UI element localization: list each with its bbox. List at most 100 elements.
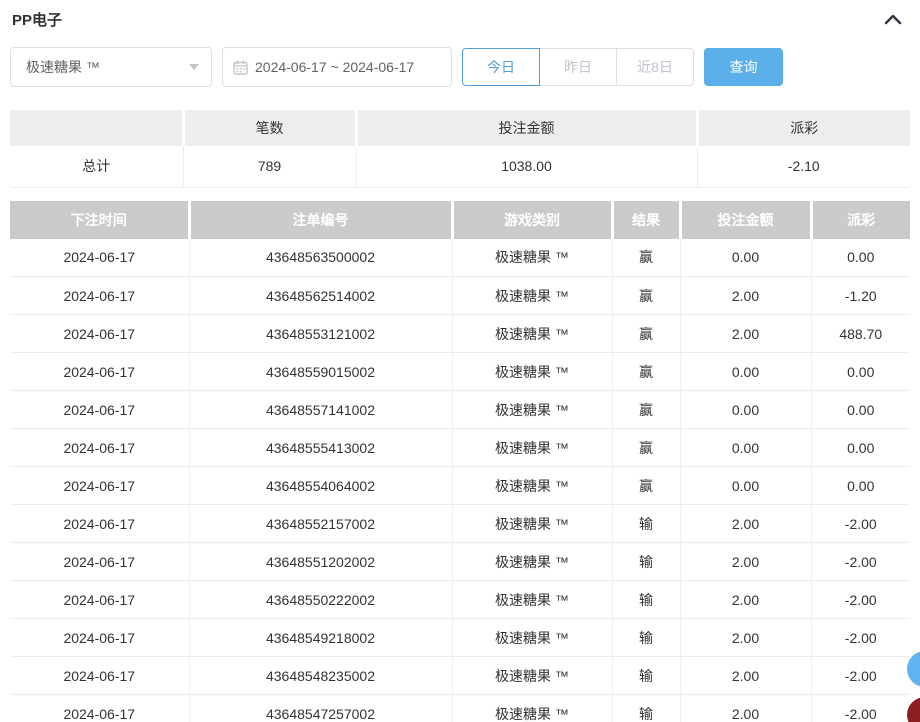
bet-amount-cell: 0.00 — [680, 391, 811, 429]
today-button[interactable]: 今日 — [462, 48, 540, 86]
table-row: 2024-06-17 43648551202002 极速糖果 ™ 输 2.00 … — [10, 543, 910, 581]
payout-cell: 0.00 — [811, 391, 910, 429]
table-row: 2024-06-17 43648555413002 极速糖果 ™ 赢 0.00 … — [10, 429, 910, 467]
summary-header-bet-amount: 投注金额 — [356, 110, 697, 146]
bet-id-cell: 43648552157002 — [189, 505, 452, 543]
payout-cell: -2.00 — [811, 657, 910, 695]
bet-id-cell: 43648557141002 — [189, 391, 452, 429]
chevron-up-icon — [883, 12, 903, 26]
game-type-cell: 极速糖果 ™ — [452, 695, 612, 722]
bet-id-cell: 43648553121002 — [189, 315, 452, 353]
bet-id-cell: 43648548235002 — [189, 657, 452, 695]
header-result: 结果 — [612, 201, 680, 239]
game-select[interactable]: 极速糖果 ™ — [10, 47, 212, 87]
summary-header-payout: 派彩 — [697, 110, 910, 146]
table-row: 2024-06-17 43648553121002 极速糖果 ™ 赢 2.00 … — [10, 315, 910, 353]
bet-time-cell: 2024-06-17 — [10, 467, 189, 505]
date-range-input[interactable]: 2024-06-17 ~ 2024-06-17 — [222, 47, 452, 87]
bet-amount-cell: 0.00 — [680, 429, 811, 467]
bet-id-cell: 43648554064002 — [189, 467, 452, 505]
summary-total-label: 总计 — [10, 146, 183, 187]
summary-total-row: 总计 789 1038.00 -2.10 — [10, 146, 910, 187]
game-type-cell: 极速糖果 ™ — [452, 429, 612, 467]
result-cell: 赢 — [612, 277, 680, 315]
bet-id-cell: 43648562514002 — [189, 277, 452, 315]
result-cell: 输 — [612, 543, 680, 581]
header-payout: 派彩 — [811, 201, 910, 239]
game-type-cell: 极速糖果 ™ — [452, 657, 612, 695]
page-title: PP电子 — [12, 9, 62, 30]
summary-table: 笔数 投注金额 派彩 总计 789 1038.00 -2.10 — [10, 110, 910, 188]
date-range-value: 2024-06-17 ~ 2024-06-17 — [255, 59, 414, 75]
payout-cell: 488.70 — [811, 315, 910, 353]
bet-id-cell: 43648555413002 — [189, 429, 452, 467]
quick-date-button-group: 今日 昨日 近8日 — [462, 48, 694, 86]
result-cell: 输 — [612, 619, 680, 657]
collapse-panel-button[interactable] — [880, 9, 906, 29]
panel-header: PP电子 — [0, 0, 920, 30]
payout-cell: -2.00 — [811, 619, 910, 657]
calendar-icon — [233, 60, 248, 75]
payout-cell: -2.00 — [811, 581, 910, 619]
bet-time-cell: 2024-06-17 — [10, 619, 189, 657]
bet-time-cell: 2024-06-17 — [10, 239, 189, 277]
bet-id-cell: 43648559015002 — [189, 353, 452, 391]
table-row: 2024-06-17 43648563500002 极速糖果 ™ 赢 0.00 … — [10, 239, 910, 277]
header-game-type: 游戏类别 — [452, 201, 612, 239]
bet-time-cell: 2024-06-17 — [10, 391, 189, 429]
summary-bet-amount-value: 1038.00 — [356, 146, 697, 187]
bet-time-cell: 2024-06-17 — [10, 429, 189, 467]
result-cell: 赢 — [612, 353, 680, 391]
bet-time-cell: 2024-06-17 — [10, 353, 189, 391]
table-row: 2024-06-17 43648557141002 极速糖果 ™ 赢 0.00 … — [10, 391, 910, 429]
last-8-days-button[interactable]: 近8日 — [616, 48, 694, 86]
table-row: 2024-06-17 43648550222002 极速糖果 ™ 输 2.00 … — [10, 581, 910, 619]
result-cell: 输 — [612, 505, 680, 543]
header-bet-time: 下注时间 — [10, 201, 189, 239]
bet-id-cell: 43648551202002 — [189, 543, 452, 581]
bet-amount-cell: 0.00 — [680, 239, 811, 277]
chevron-down-icon — [189, 64, 199, 70]
bet-time-cell: 2024-06-17 — [10, 657, 189, 695]
payout-cell: -2.00 — [811, 505, 910, 543]
payout-cell: 0.00 — [811, 429, 910, 467]
yesterday-button[interactable]: 昨日 — [539, 48, 617, 86]
header-bet-amount: 投注金额 — [680, 201, 811, 239]
game-type-cell: 极速糖果 ™ — [452, 391, 612, 429]
game-type-cell: 极速糖果 ™ — [452, 353, 612, 391]
summary-count-value: 789 — [183, 146, 356, 187]
bet-amount-cell: 2.00 — [680, 581, 811, 619]
bet-amount-cell: 0.00 — [680, 467, 811, 505]
bet-amount-cell: 2.00 — [680, 619, 811, 657]
game-type-cell: 极速糖果 ™ — [452, 277, 612, 315]
bet-amount-cell: 2.00 — [680, 657, 811, 695]
result-cell: 赢 — [612, 391, 680, 429]
bet-time-cell: 2024-06-17 — [10, 695, 189, 722]
table-row: 2024-06-17 43648559015002 极速糖果 ™ 赢 0.00 … — [10, 353, 910, 391]
bet-time-cell: 2024-06-17 — [10, 277, 189, 315]
bet-time-cell: 2024-06-17 — [10, 315, 189, 353]
query-button[interactable]: 查询 — [704, 48, 783, 86]
header-bet-id: 注单编号 — [189, 201, 452, 239]
result-cell: 赢 — [612, 239, 680, 277]
game-type-cell: 极速糖果 ™ — [452, 619, 612, 657]
game-type-cell: 极速糖果 ™ — [452, 315, 612, 353]
bet-id-cell: 43648549218002 — [189, 619, 452, 657]
bet-id-cell: 43648550222002 — [189, 581, 452, 619]
table-row: 2024-06-17 43648562514002 极速糖果 ™ 赢 2.00 … — [10, 277, 910, 315]
result-cell: 输 — [612, 695, 680, 722]
game-select-value: 极速糖果 ™ — [26, 57, 100, 77]
table-row: 2024-06-17 43648552157002 极速糖果 ™ 输 2.00 … — [10, 505, 910, 543]
table-row: 2024-06-17 43648547257002 极速糖果 ™ 输 2.00 … — [10, 695, 910, 722]
game-type-cell: 极速糖果 ™ — [452, 505, 612, 543]
bet-time-cell: 2024-06-17 — [10, 505, 189, 543]
bet-amount-cell: 0.00 — [680, 353, 811, 391]
result-cell: 输 — [612, 657, 680, 695]
payout-cell: 0.00 — [811, 467, 910, 505]
payout-cell: 0.00 — [811, 239, 910, 277]
payout-cell: -2.00 — [811, 695, 910, 722]
bet-amount-cell: 2.00 — [680, 505, 811, 543]
bet-amount-cell: 2.00 — [680, 543, 811, 581]
game-type-cell: 极速糖果 ™ — [452, 581, 612, 619]
bet-table-body: 2024-06-17 43648563500002 极速糖果 ™ 赢 0.00 … — [10, 239, 910, 722]
